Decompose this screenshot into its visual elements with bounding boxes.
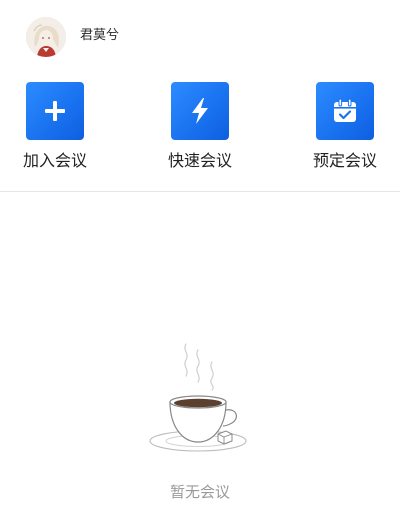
avatar[interactable] [26,17,66,57]
empty-state: 暂无会议 [0,340,400,514]
user-header: 君莫兮 [0,0,400,70]
coffee-cup-icon [149,343,247,452]
join-meeting-button[interactable]: 加入会议 [5,82,105,182]
meeting-actions: 加入会议 快速会议 预定会议 [0,82,400,182]
avatar-image [26,17,66,57]
quick-meeting-label: 快速会议 [167,151,232,170]
schedule-meeting-tile [316,82,374,140]
section-divider [0,191,400,192]
empty-state-text: 暂无会议 [169,483,230,501]
schedule-meeting-label: 预定会议 [312,151,377,170]
quick-meeting-tile [171,82,229,140]
schedule-meeting-button[interactable]: 预定会议 [295,82,395,182]
lightning-icon [192,98,208,124]
join-meeting-tile [26,82,84,140]
username: 君莫兮 [80,28,120,43]
quick-meeting-button[interactable]: 快速会议 [150,82,250,182]
plus-icon [45,101,65,121]
calendar-check-icon [334,98,356,122]
join-meeting-label: 加入会议 [22,151,87,170]
